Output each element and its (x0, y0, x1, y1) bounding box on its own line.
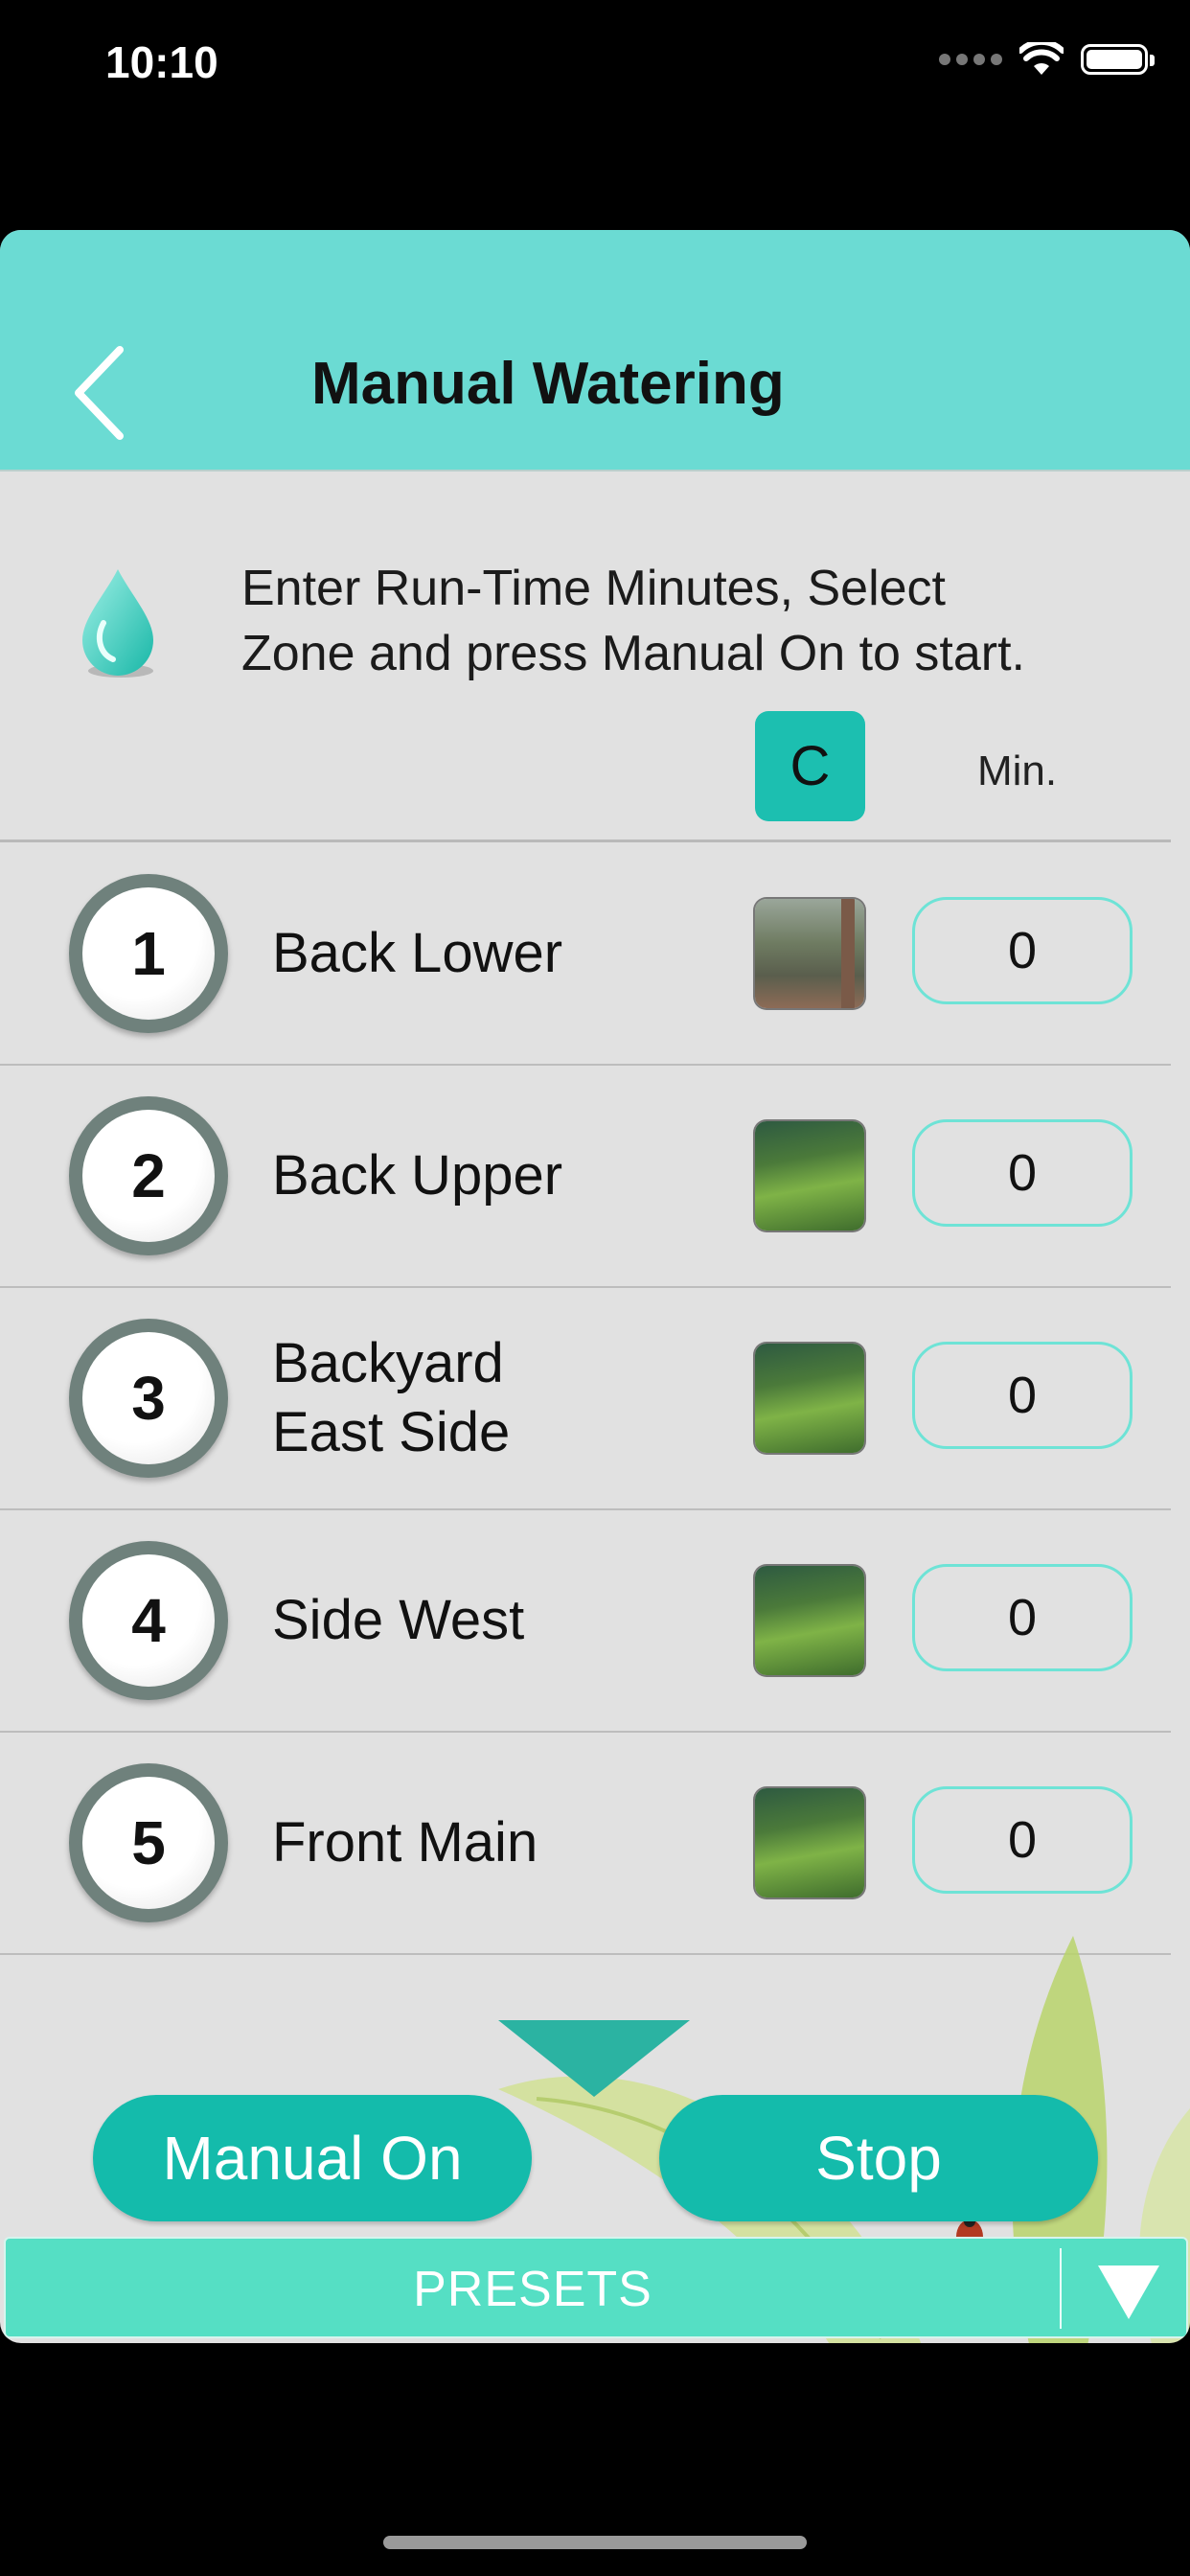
zone-minutes-input[interactable]: 0 (912, 1119, 1133, 1227)
status-indicators (939, 42, 1155, 77)
zone-photo[interactable] (755, 1566, 864, 1675)
minutes-column-label: Min. (977, 748, 1058, 794)
battery-icon (1081, 44, 1155, 75)
zone-photo[interactable] (755, 899, 864, 1008)
zone-name: Side West (272, 1589, 525, 1651)
nav-bar: Manual Watering (0, 230, 1190, 472)
zone-minutes-input[interactable]: 0 (912, 1342, 1133, 1449)
page-title: Manual Watering (311, 351, 785, 417)
manual-on-button[interactable]: Manual On (93, 2095, 532, 2221)
zone-row-1: 1 Back Lower 0 (0, 843, 1171, 1066)
zone-select-button-5[interactable]: 5 (69, 1763, 228, 1922)
wifi-icon (1019, 42, 1064, 75)
zone-minutes-input[interactable]: 0 (912, 1564, 1133, 1671)
zone-minutes-input[interactable]: 0 (912, 897, 1133, 1004)
water-drop-icon (82, 569, 153, 678)
presets-divider (1060, 2248, 1062, 2329)
zone-photo[interactable] (755, 1344, 864, 1453)
zone-photo[interactable] (755, 1121, 864, 1230)
stop-button[interactable]: Stop (659, 2095, 1098, 2221)
zone-select-button-2[interactable]: 2 (69, 1096, 228, 1255)
presets-label: PRESETS (413, 2262, 652, 2317)
instructions-text: Enter Run-Time Minutes, Select Zone and … (241, 561, 1025, 681)
home-indicator (383, 2536, 807, 2549)
header-divider (0, 840, 1171, 842)
presets-bar[interactable]: PRESETS (4, 2237, 1188, 2338)
zone-name: Back Lower (272, 922, 563, 984)
cellular-signal-icon (939, 54, 1002, 65)
zone-select-button-4[interactable]: 4 (69, 1541, 228, 1700)
zone-row-4: 4 Side West 0 (0, 1510, 1171, 1733)
zone-select-button-1[interactable]: 1 (69, 874, 228, 1033)
zone-select-button-3[interactable]: 3 (69, 1319, 228, 1478)
status-time: 10:10 (105, 37, 218, 87)
zone-name: Backyard East Side (272, 1332, 511, 1463)
clear-button[interactable]: C (755, 711, 865, 821)
app-screen: Manual Watering Enter Run-Time Minutes, … (0, 230, 1190, 2343)
chevron-down-icon[interactable] (1098, 2266, 1159, 2319)
zone-row-2: 2 Back Upper 0 (0, 1066, 1171, 1288)
zone-row-3: 3 Backyard East Side 0 (0, 1288, 1171, 1510)
expand-down-icon[interactable] (498, 2020, 690, 2097)
chevron-left-icon[interactable] (67, 340, 134, 446)
zone-name: Back Upper (272, 1144, 563, 1207)
